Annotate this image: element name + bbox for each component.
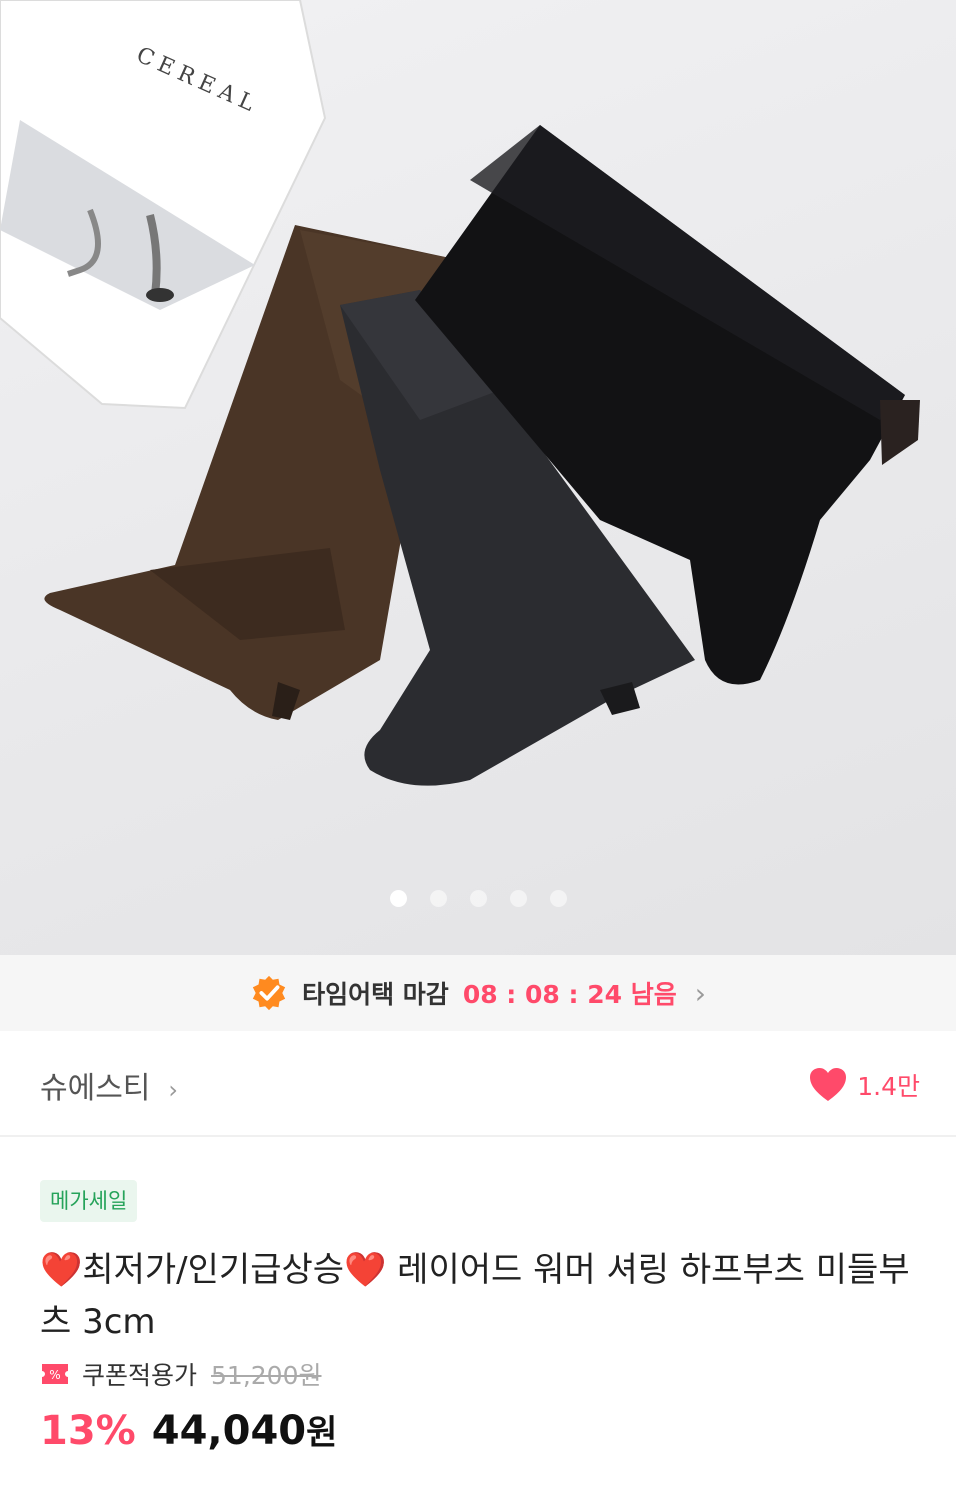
- heart-icon: [810, 1068, 847, 1101]
- time-attack-banner[interactable]: 타임어택 마감 08 : 08 : 24 남음 ›: [0, 955, 956, 1031]
- sale-price: 44,040: [151, 1408, 307, 1454]
- coupon-label: 쿠폰적용가: [82, 1361, 198, 1390]
- product-title: ❤️최저가/인기급상승❤️ 레이어드 워머 셔링 하프부츠 미들부츠 3cm: [40, 1250, 910, 1342]
- fullscreen-expand-icon[interactable]: [0, 0, 46, 46]
- pagination-dot[interactable]: [509, 890, 527, 907]
- countdown-timer: 08 : 08 : 24 남음: [462, 980, 677, 1009]
- like-button[interactable]: 1.4만: [809, 1067, 920, 1103]
- pagination-dot[interactable]: [549, 890, 567, 907]
- chevron-right-icon: ›: [694, 976, 706, 1010]
- chevron-right-icon: ›: [168, 1076, 179, 1104]
- coupon-price-row: % 쿠폰적용가 51,200원: [40, 1356, 322, 1392]
- mega-sale-tag: 메가세일: [40, 1180, 138, 1222]
- pagination-dot[interactable]: [429, 890, 447, 907]
- original-price: 51,200원: [211, 1361, 322, 1390]
- price-row: 13% 44,040 원: [40, 1405, 337, 1454]
- verified-badge-icon: [252, 975, 286, 1011]
- pagination-dot-active[interactable]: [389, 890, 407, 907]
- product-image-gallery[interactable]: CEREAL: [0, 0, 956, 955]
- shop-link[interactable]: 슈에스티 ›: [40, 1063, 178, 1107]
- shop-name: 슈에스티: [40, 1071, 151, 1106]
- discount-rate: 13%: [40, 1408, 136, 1454]
- svg-text:%: %: [49, 1368, 60, 1382]
- product-photo: CEREAL: [0, 0, 920, 786]
- currency-unit: 원: [306, 1413, 338, 1453]
- like-count: 1.4만: [857, 1072, 920, 1101]
- gallery-pagination: [0, 890, 956, 907]
- time-attack-label: 타임어택 마감: [302, 980, 449, 1009]
- pagination-dot[interactable]: [469, 890, 487, 907]
- shop-row: 슈에스티 › 1.4만: [0, 1031, 956, 1137]
- coupon-icon: %: [42, 1364, 68, 1384]
